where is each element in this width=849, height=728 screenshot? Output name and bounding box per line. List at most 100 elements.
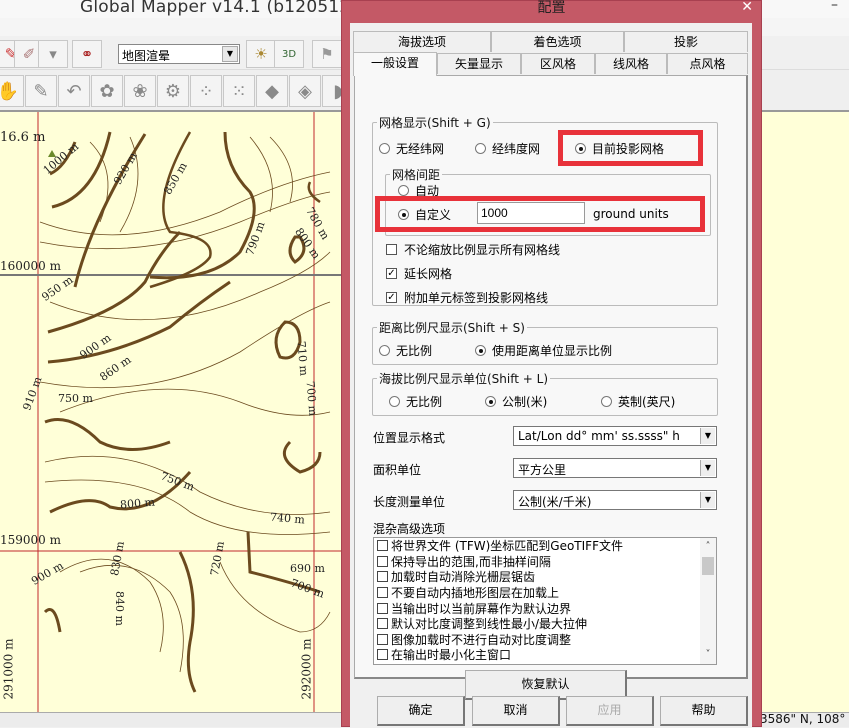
tab-vector-display[interactable]: 矢量显示	[437, 53, 521, 74]
highlight-box-custom-spacing	[375, 196, 705, 232]
contour	[39, 171, 331, 236]
binoculars-icon[interactable]: ⚭	[72, 40, 102, 68]
contour	[269, 136, 293, 203]
chevron-down-icon: ▼	[700, 460, 715, 476]
misc-options-items: 将世界文件 (TFW)坐标匹配到GeoTIFF文件 保持导出的范围,而非抽样间隔加…	[374, 538, 716, 663]
checkbox-indicator: ✓	[386, 292, 397, 303]
scroll-thumb[interactable]	[702, 557, 714, 575]
create-line-icon[interactable]: ✎	[25, 75, 57, 107]
tab-elevation-options[interactable]: 海拔选项	[353, 31, 491, 52]
misc-option-item[interactable]: 当输出时以当前屏幕作为默认边界	[374, 600, 716, 616]
length-units-label: 长度测量单位	[373, 495, 446, 509]
elevation-scale-legend: 海拔比例尺显示单位(Shift + L)	[379, 372, 549, 386]
checkbox-indicator	[377, 540, 388, 552]
misc-options-label: 混杂高级选项	[373, 522, 446, 536]
misc-option-item[interactable]: 默认对比度调整到线性最小/最大拉伸	[374, 616, 716, 632]
radio-indicator	[379, 143, 390, 154]
flag-icon[interactable]: ⚑	[312, 40, 342, 68]
radio-distance-no-scale[interactable]: 无比例	[379, 342, 432, 359]
index-contour	[51, 131, 112, 209]
chevron-down-icon: ▼	[700, 492, 715, 508]
grid-label-x-left: 291000 m	[1, 638, 16, 700]
grid-label-y-top: 160000 m	[0, 259, 62, 273]
scale-label: 16.6 m	[0, 130, 46, 145]
move-points-icon[interactable]: ⁙	[223, 75, 255, 107]
check-show-all-gridlines[interactable]: 不论缩放比例显示所有网格线	[386, 241, 560, 258]
tab-general-settings[interactable]: 一般设置	[353, 52, 437, 76]
close-icon[interactable]: ✕	[741, 0, 753, 15]
position-format-select[interactable]: Lat/Lon dd° mm' ss.ssss" h ▼	[513, 426, 717, 446]
distance-scale-legend: 距离比例尺显示(Shift + S)	[379, 321, 525, 335]
radio-distance-use-units[interactable]: 使用距离单位显示比例	[475, 342, 612, 359]
checkbox-indicator	[386, 244, 397, 255]
index-contour	[178, 551, 197, 693]
shader-icon[interactable]: ☀	[246, 40, 276, 68]
misc-option-item[interactable]: 图像加载时不进行自动对比度调整	[374, 632, 716, 648]
radio-indicator	[475, 345, 486, 356]
radio-elevation-no-scale[interactable]: 无比例	[389, 393, 442, 410]
check-add-unit-labels[interactable]: ✓ 附加单元标签到投影网格线	[386, 289, 548, 306]
radio-indicator	[475, 143, 486, 154]
tab-point-styles[interactable]: 点风格	[667, 53, 748, 74]
contour-label: 840 m	[112, 591, 126, 626]
general-settings-panel: 网格显示(Shift + G) 无经纬网 经纬度网 目前投影网格 网格间距 自动…	[354, 75, 748, 700]
status-coordinates: 3586" N, 108° 5	[760, 712, 849, 726]
misc-option-item[interactable]: 将世界文件 (TFW)坐标匹配到GeoTIFF文件	[374, 538, 716, 554]
grid-display-legend: 网格显示(Shift + G)	[379, 116, 491, 130]
index-contour	[44, 418, 171, 451]
edit-area-icon[interactable]: ❀	[124, 75, 156, 107]
split-area-icon[interactable]: ◈	[289, 75, 321, 107]
contour	[39, 191, 331, 250]
ok-button[interactable]: 确定	[377, 696, 465, 726]
index-contour	[43, 608, 62, 633]
misc-option-item[interactable]: 加载时自动消除光栅层锯齿	[374, 569, 716, 585]
apply-button[interactable]: 应用	[566, 696, 654, 726]
index-contour	[149, 131, 212, 289]
minimize-button[interactable]: –	[831, 0, 845, 14]
checkbox-indicator	[377, 649, 388, 661]
tab-projection[interactable]: 投影	[624, 31, 748, 52]
radio-indicator	[379, 345, 390, 356]
position-format-label: 位置显示格式	[373, 431, 446, 445]
config-dialog: 配置 ✕ 海拔选项 着色选项 投影 一般设置 矢量显示 区风格 线风格 点风格 …	[341, 0, 762, 728]
checkbox-indicator	[377, 633, 388, 645]
grid-label-x-right: 292000 m	[299, 638, 314, 700]
radio-elevation-metric[interactable]: 公制(米)	[485, 393, 547, 410]
scroll-up-icon[interactable]: ˄	[700, 540, 716, 554]
tab-shading-options[interactable]: 着色选项	[491, 31, 624, 52]
misc-options-scrollbar[interactable]: ˄ ˅	[700, 538, 716, 664]
create-area-icon[interactable]: ✿	[91, 75, 123, 107]
create-points-icon[interactable]: ⁘	[190, 75, 222, 107]
contour	[79, 564, 184, 673]
render-mode-select[interactable]: 地图渲晕 ▼	[118, 44, 240, 64]
area-units-select[interactable]: 平方公里 ▼	[513, 458, 717, 478]
index-contour	[282, 440, 322, 474]
scroll-down-icon[interactable]: ˅	[700, 648, 716, 662]
cancel-button[interactable]: 取消	[472, 696, 560, 726]
chevron-down-icon: ▼	[222, 46, 238, 62]
3d-view-icon[interactable]: 3D	[274, 40, 304, 68]
grid-spacing-legend: 网格间距	[392, 168, 441, 182]
edit-vertices-icon[interactable]: ⚙	[157, 75, 189, 107]
chevron-down-icon: ▼	[700, 428, 715, 444]
feature-info-icon[interactable]: ✋	[0, 75, 24, 107]
misc-option-item[interactable]: 保持导出的范围,而非抽样间隔	[374, 554, 716, 570]
checkbox-indicator	[377, 587, 388, 599]
radio-elevation-imperial[interactable]: 英制(英尺)	[601, 393, 675, 410]
radio-no-graticule[interactable]: 无经纬网	[379, 140, 444, 157]
check-extend-grid[interactable]: ✓ 延长网格	[386, 265, 452, 282]
undo-edit-icon[interactable]: ↶	[58, 75, 90, 107]
tab-line-styles[interactable]: 线风格	[595, 53, 667, 74]
length-units-select[interactable]: 公制(米/千米) ▼	[513, 490, 717, 510]
misc-option-item[interactable]: 在输出时最小化主窗口	[374, 647, 716, 663]
misc-options-list[interactable]: 将世界文件 (TFW)坐标匹配到GeoTIFF文件 保持导出的范围,而非抽样间隔加…	[373, 537, 717, 665]
radio-indicator	[601, 396, 612, 407]
dropdown-tool-icon[interactable]: ▾	[38, 40, 68, 68]
radio-latlon-grid[interactable]: 经纬度网	[475, 140, 540, 157]
tab-area-styles[interactable]: 区风格	[521, 53, 595, 74]
fill-area-icon[interactable]: ◆	[256, 75, 288, 107]
help-button[interactable]: 帮助	[660, 696, 748, 726]
checkbox-indicator	[377, 618, 388, 630]
contour-label: 750 m	[58, 392, 93, 405]
misc-option-item[interactable]: 不要自动内插地形图层在加载上	[374, 585, 716, 601]
